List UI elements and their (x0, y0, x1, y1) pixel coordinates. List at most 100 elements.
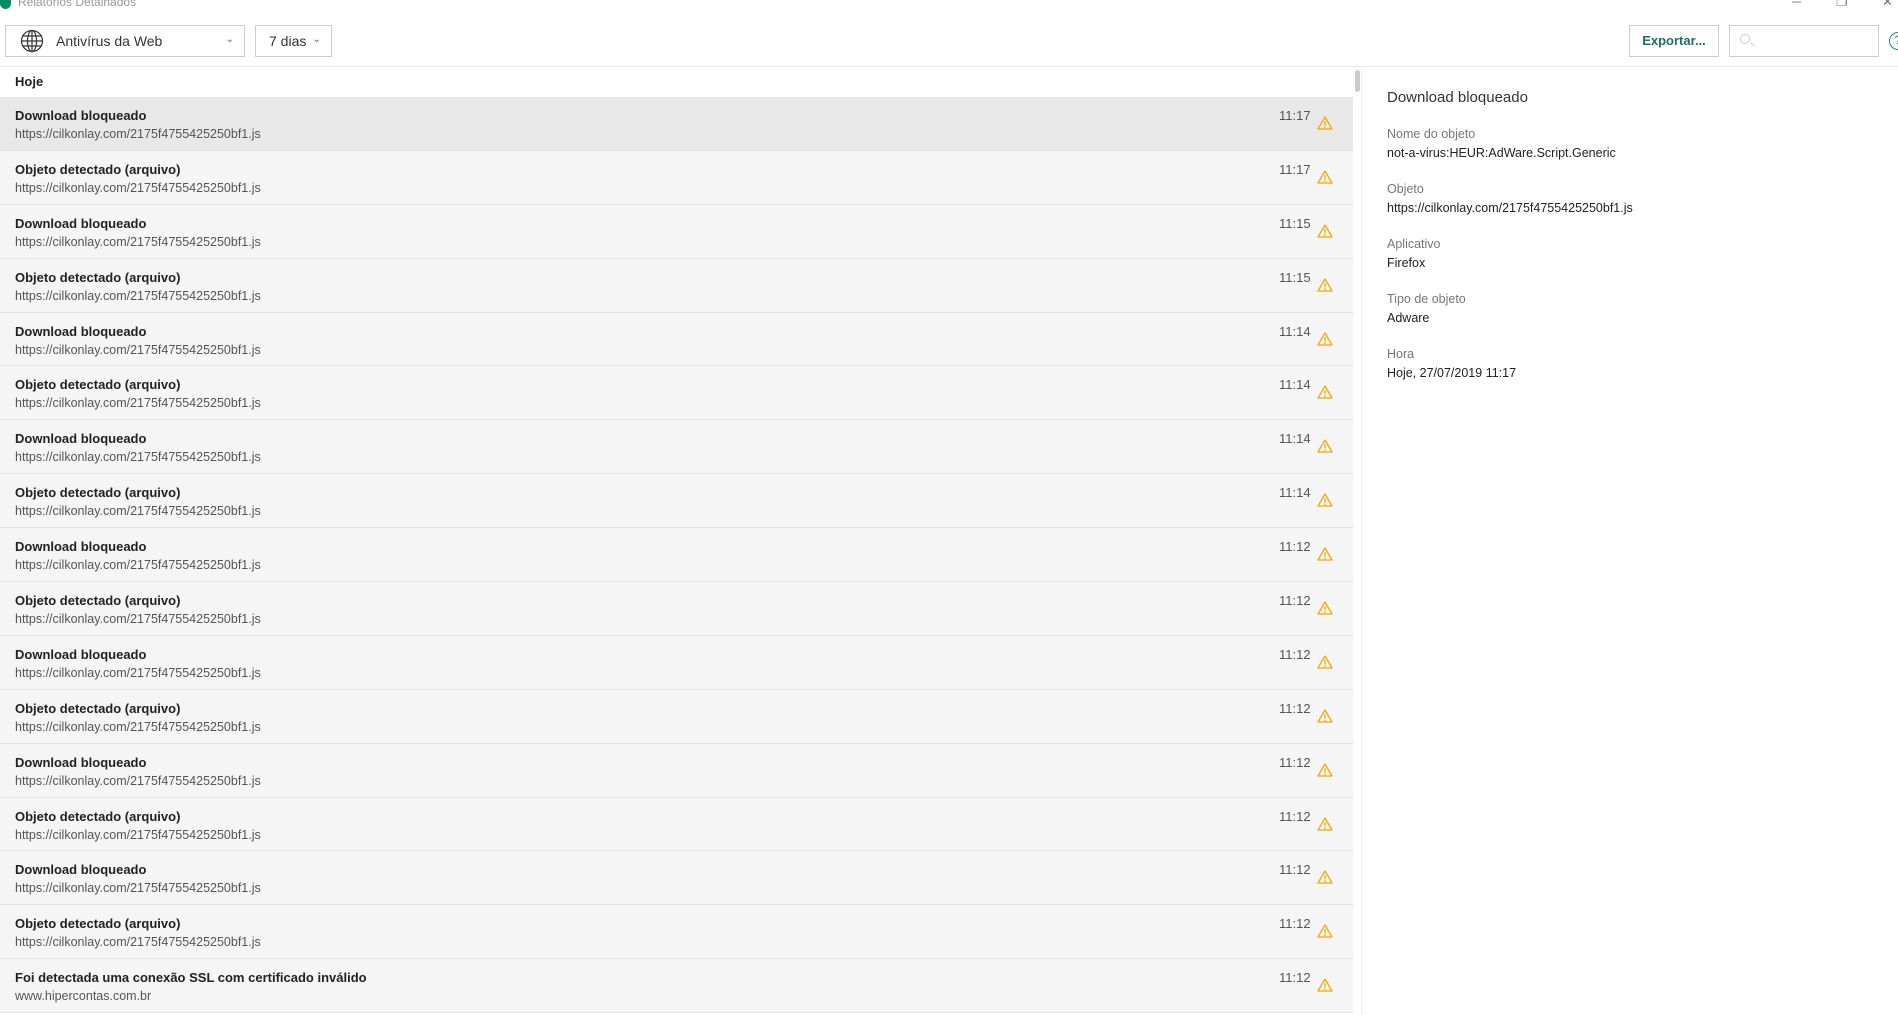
event-title: Objeto detectado (arquivo) (15, 700, 181, 716)
detail-field-label: Nome do objeto (1387, 127, 1476, 141)
event-url: https://cilkonlay.com/2175f4755425250bf1… (15, 450, 261, 465)
event-url: https://cilkonlay.com/2175f4755425250bf1… (15, 881, 261, 896)
event-row[interactable]: Download bloqueado https://cilkonlay.com… (0, 97, 1353, 151)
warning-icon (1317, 870, 1333, 885)
event-title: Objeto detectado (arquivo) (15, 269, 181, 285)
event-url: https://cilkonlay.com/2175f4755425250bf1… (15, 935, 261, 950)
detail-field-value: Adware (1387, 311, 1430, 325)
event-title: Objeto detectado (arquivo) (15, 485, 181, 501)
warning-icon (1317, 278, 1333, 292)
event-title: Foi detectada uma conexão SSL com certif… (15, 970, 367, 986)
event-time: 11:12 (1279, 646, 1311, 662)
event-url: https://cilkonlay.com/2175f4755425250bf1… (15, 396, 261, 411)
detail-field-value: Firefox (1387, 256, 1426, 270)
warning-icon (1317, 439, 1333, 453)
globe-icon (20, 29, 44, 53)
event-row[interactable]: Objeto detectado (arquivo) https://cilko… (0, 366, 1353, 421)
event-url: https://cilkonlay.com/2175f4755425250bf1… (15, 665, 261, 680)
event-time: 11:15 (1279, 269, 1311, 285)
event-row[interactable]: Download bloqueado https://cilkonlay.com… (0, 528, 1353, 583)
event-row[interactable]: Download bloqueado https://cilkonlay.com… (0, 204, 1353, 259)
event-url: https://cilkonlay.com/2175f4755425250bf1… (15, 773, 261, 788)
event-row[interactable]: Objeto detectado (arquivo) https://cilko… (0, 905, 1353, 960)
warning-icon (1317, 763, 1333, 777)
warning-icon (1317, 978, 1333, 992)
group-header-today: Hoje (15, 74, 44, 89)
event-row[interactable]: Objeto detectado (arquivo) https://cilko… (0, 150, 1353, 205)
component-dropdown[interactable]: Antivírus da Web ⌄ (5, 25, 245, 57)
event-time: 11:14 (1279, 485, 1311, 501)
event-row[interactable]: Download bloqueado https://cilkonlay.com… (0, 743, 1353, 798)
warning-icon (1317, 331, 1333, 346)
search-input[interactable] (1729, 25, 1879, 57)
event-time: 11:12 (1279, 808, 1311, 824)
event-url: https://cilkonlay.com/2175f4755425250bf1… (15, 234, 261, 249)
event-row[interactable]: Download bloqueado https://cilkonlay.com… (0, 420, 1353, 475)
warning-icon (1317, 601, 1333, 615)
detail-panel: Download bloqueado Nome do objeto not-a-v… (1362, 67, 1898, 1015)
chevron-down-icon: ⌄ (225, 34, 234, 45)
event-url: https://cilkonlay.com/2175f4755425250bf1… (15, 827, 261, 842)
event-title: Objeto detectado (arquivo) (15, 593, 181, 609)
warning-icon (1317, 170, 1333, 184)
event-time: 11:12 (1279, 916, 1311, 932)
detail-field-label: Aplicativo (1387, 237, 1441, 251)
event-title: Download bloqueado (15, 539, 147, 555)
scrollbar-thumb[interactable] (1355, 70, 1360, 92)
event-row[interactable]: Objeto detectado (arquivo) https://cilko… (0, 582, 1353, 636)
event-row[interactable]: Objeto detectado (arquivo) https://cilko… (0, 474, 1353, 529)
event-title: Download bloqueado (15, 323, 147, 339)
event-time: 11:12 (1279, 862, 1311, 878)
event-time: 11:14 (1279, 323, 1311, 339)
detail-field-label: Tipo de objeto (1387, 292, 1466, 306)
event-row[interactable]: Foi detectada uma conexão SSL com certif… (0, 959, 1353, 1014)
event-row[interactable]: Download bloqueado https://cilkonlay.com… (0, 851, 1353, 906)
event-url: https://cilkonlay.com/2175f4755425250bf1… (15, 127, 261, 141)
search-icon (1740, 34, 1750, 44)
help-button[interactable]: ? (1889, 32, 1898, 50)
detail-field-value: https://cilkonlay.com/2175f4755425250bf1… (1387, 201, 1633, 215)
component-dropdown-value: Antivírus da Web (56, 33, 163, 49)
event-time: 11:12 (1279, 970, 1311, 986)
event-title: Objeto detectado (arquivo) (15, 161, 181, 177)
event-title: Download bloqueado (15, 108, 147, 123)
event-row[interactable]: Objeto detectado (arquivo) https://cilko… (0, 689, 1353, 744)
chevron-down-icon: ⌄ (312, 34, 321, 45)
warning-icon (1317, 816, 1333, 831)
event-time: 11:17 (1279, 108, 1311, 123)
event-url: https://cilkonlay.com/2175f4755425250bf1… (15, 719, 261, 734)
event-url: https://cilkonlay.com/2175f4755425250bf1… (15, 504, 261, 519)
event-row[interactable]: Download bloqueado https://cilkonlay.com… (0, 635, 1353, 690)
event-title: Objeto detectado (arquivo) (15, 916, 181, 932)
warning-icon (1317, 924, 1333, 939)
warning-icon (1317, 655, 1333, 669)
warning-icon (1317, 116, 1333, 130)
event-title: Download bloqueado (15, 215, 147, 231)
event-time: 11:14 (1279, 377, 1311, 393)
export-button[interactable]: Exportar... (1629, 25, 1719, 57)
period-dropdown[interactable]: 7 dias ⌄ (255, 25, 332, 57)
event-title: Download bloqueado (15, 754, 147, 770)
event-row[interactable]: Download bloqueado https://cilkonlay.com… (0, 312, 1353, 367)
detail-title: Download bloqueado (1387, 89, 1528, 106)
event-title: Download bloqueado (15, 431, 147, 447)
event-url: https://cilkonlay.com/2175f4755425250bf1… (15, 180, 261, 195)
event-time: 11:12 (1279, 754, 1311, 770)
detail-field-label: Hora (1387, 347, 1415, 361)
event-row[interactable]: Objeto detectado (arquivo) https://cilko… (0, 258, 1353, 313)
event-url: https://cilkonlay.com/2175f4755425250bf1… (15, 342, 261, 357)
event-url: https://cilkonlay.com/2175f4755425250bf1… (15, 612, 261, 627)
event-url: https://cilkonlay.com/2175f4755425250bf1… (15, 288, 261, 303)
period-dropdown-value: 7 dias (269, 33, 307, 49)
event-time: 11:12 (1279, 700, 1311, 716)
warning-icon (1317, 224, 1333, 238)
scrollbar[interactable] (1353, 67, 1362, 1015)
detail-field-value: not-a-virus:HEUR:AdWare.Script.Generic (1387, 146, 1616, 160)
event-time: 11:12 (1279, 539, 1311, 555)
event-url: https://cilkonlay.com/2175f4755425250bf1… (15, 558, 261, 573)
warning-icon (1317, 493, 1333, 507)
event-row[interactable]: Objeto detectado (arquivo) https://cilko… (0, 797, 1353, 852)
toolbar: Antivírus da Web ⌄ 7 dias ⌄ Exportar... … (0, 0, 1898, 67)
warning-icon (1317, 547, 1333, 561)
warning-icon (1317, 385, 1333, 400)
